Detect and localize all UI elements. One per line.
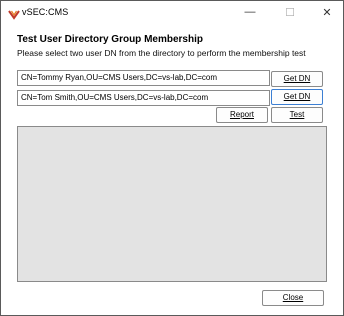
get-dn-button-1[interactable]: Get DN bbox=[271, 71, 323, 87]
window-title: vSEC:CMS bbox=[22, 7, 69, 17]
dialog-window: vSEC:CMS — ☐ ✕ Test User Directory Group… bbox=[0, 0, 344, 316]
first-user-dn-field[interactable]: CN=Tommy Ryan,OU=CMS Users,DC=vs-lab,DC=… bbox=[17, 70, 270, 86]
dialog-instructions: Please select two user DN from the direc… bbox=[17, 48, 306, 58]
close-icon[interactable]: ✕ bbox=[312, 1, 342, 23]
dialog-heading: Test User Directory Group Membership bbox=[17, 34, 203, 45]
get-dn-button-2[interactable]: Get DN bbox=[271, 89, 323, 105]
test-button[interactable]: Test bbox=[271, 107, 323, 123]
second-user-dn-field[interactable]: CN=Tom Smith,OU=CMS Users,DC=vs-lab,DC=c… bbox=[17, 90, 270, 106]
title-bar[interactable]: vSEC:CMS — ☐ ✕ bbox=[1, 1, 343, 25]
minimize-icon[interactable]: — bbox=[235, 1, 265, 23]
report-button[interactable]: Report bbox=[216, 107, 268, 123]
vsec-logo-icon bbox=[8, 7, 20, 20]
maximize-icon[interactable]: ☐ bbox=[275, 1, 305, 23]
close-button[interactable]: Close bbox=[262, 290, 324, 306]
results-panel[interactable] bbox=[17, 126, 327, 282]
